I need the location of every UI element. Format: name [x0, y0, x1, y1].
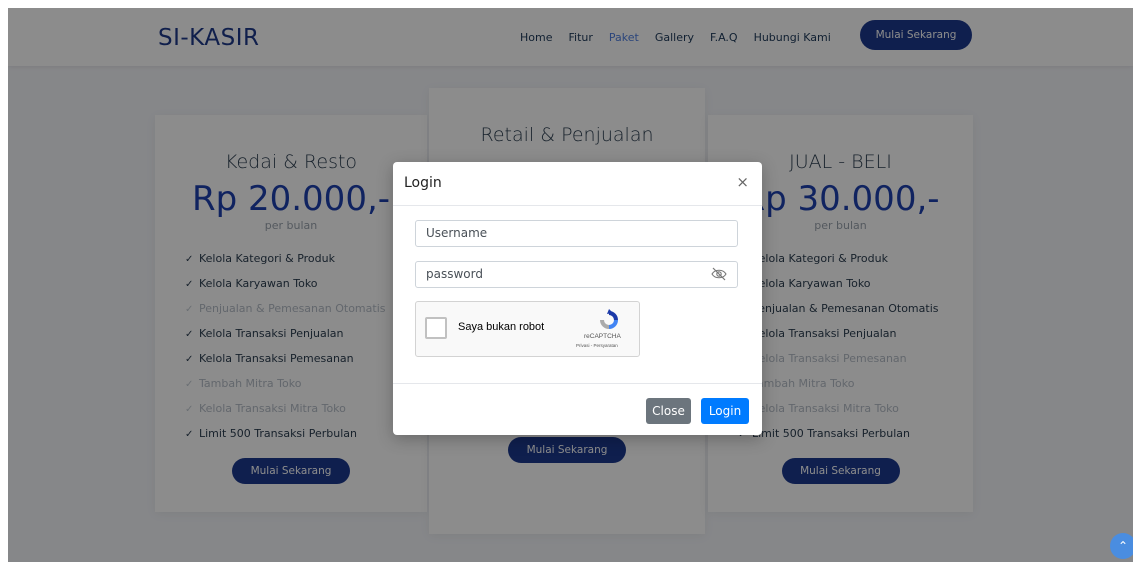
password-input[interactable]: password	[415, 261, 738, 288]
scroll-top-button[interactable]: ⌃	[1110, 533, 1133, 559]
close-button[interactable]: Close	[646, 398, 691, 424]
username-placeholder: Username	[426, 226, 488, 240]
page: SI-KASIR Home Fitur Paket Gallery F.A.Q …	[8, 8, 1133, 562]
modal-header: Login ×	[393, 162, 762, 206]
password-placeholder: password	[426, 267, 483, 281]
modal-footer: Close Login	[393, 383, 762, 436]
eye-slash-icon[interactable]	[711, 267, 727, 281]
recaptcha-links[interactable]: Privasi - Persyaratan	[576, 343, 618, 348]
recaptcha-widget: Saya bukan robot reCAPTCHA Privasi - Per…	[415, 301, 640, 357]
recaptcha-label: Saya bukan robot	[458, 321, 545, 333]
modal-title: Login	[404, 175, 442, 191]
login-modal: Login × Username password Saya bukan rob…	[393, 162, 762, 435]
chevron-up-icon: ⌃	[1117, 539, 1129, 553]
recaptcha-logo-icon	[600, 309, 618, 329]
username-input[interactable]: Username	[415, 220, 738, 247]
recaptcha-brand: reCAPTCHA	[584, 333, 621, 340]
recaptcha-checkbox[interactable]	[425, 317, 447, 339]
login-button[interactable]: Login	[701, 398, 749, 424]
close-icon[interactable]: ×	[736, 173, 749, 191]
